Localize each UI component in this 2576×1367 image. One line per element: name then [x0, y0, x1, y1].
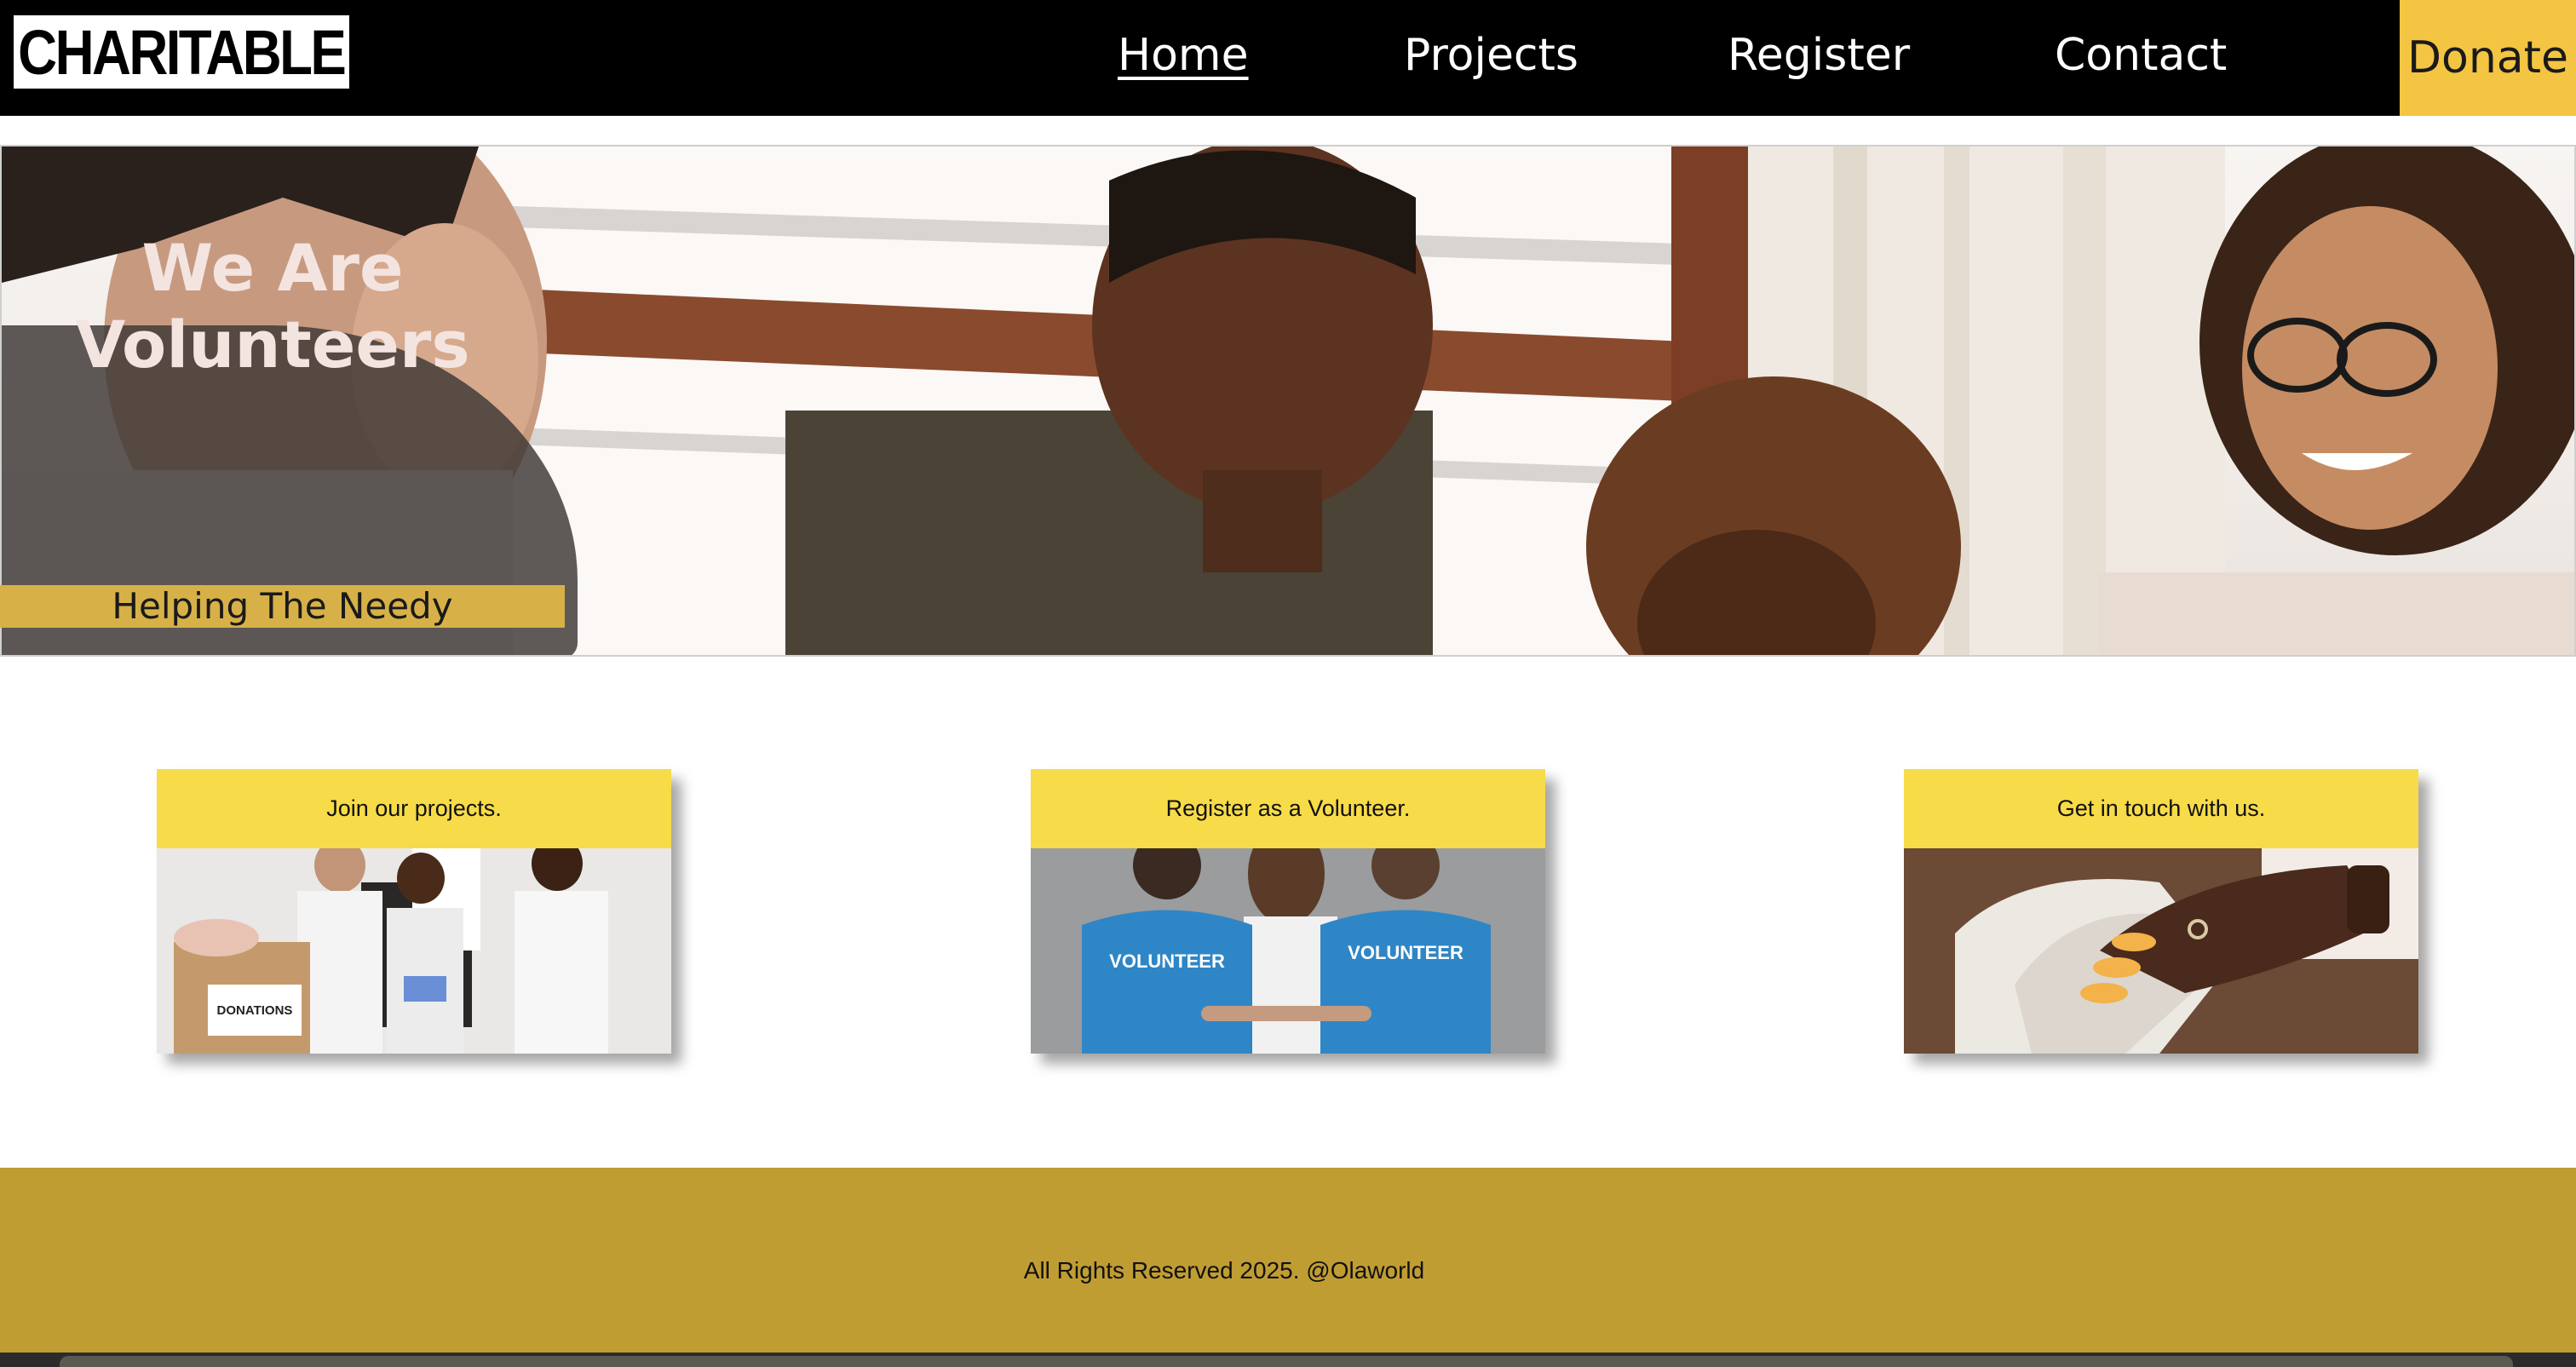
card-image-volunteers-packing[interactable]: DONATIONS — [157, 848, 671, 1054]
card-title[interactable]: Get in touch with us. — [1904, 769, 2418, 848]
donate-button[interactable]: Donate — [2400, 0, 2576, 116]
card-image-volunteers-blue-shirts[interactable]: VOLUNTEER VOLUNTEER — [1031, 848, 1545, 1054]
shirt-label-left: VOLUNTEER — [1109, 951, 1225, 972]
hero-subtitle: Helping The Needy — [112, 585, 453, 627]
donations-box-label: DONATIONS — [217, 1003, 293, 1018]
card-get-in-touch[interactable]: Get in touch with us. — [1904, 769, 2418, 1054]
nav-link-projects[interactable]: Projects — [1404, 26, 1578, 85]
brand-logo[interactable]: CHARITABLE — [14, 15, 349, 89]
nav-link-register[interactable]: Register — [1728, 26, 1910, 85]
top-navbar: CHARITABLE Home Projects Register Contac… — [0, 0, 2576, 116]
card-join-projects[interactable]: Join our projects. DONATIONS — [157, 769, 671, 1054]
card-title[interactable]: Register as a Volunteer. — [1031, 769, 1545, 848]
hero-banner — [0, 145, 2576, 657]
card-image-hand-telephone[interactable] — [1904, 848, 2418, 1054]
nav-link-contact[interactable]: Contact — [2055, 26, 2227, 85]
hero-title: We Are Volunteers — [75, 230, 470, 382]
card-register-volunteer[interactable]: Register as a Volunteer. VOLUNTEER VOLUN… — [1031, 769, 1545, 1054]
shirt-label-right: VOLUNTEER — [1348, 942, 1463, 963]
nav-link-home[interactable]: Home — [1118, 26, 1249, 85]
window-bottom-bar — [60, 1356, 2513, 1367]
card-title[interactable]: Join our projects. — [157, 769, 671, 848]
brand-logo-text: CHARITABLE — [18, 16, 347, 88]
footer-copyright: All Rights Reserved 2025. @Olaworld — [1023, 1257, 1425, 1284]
